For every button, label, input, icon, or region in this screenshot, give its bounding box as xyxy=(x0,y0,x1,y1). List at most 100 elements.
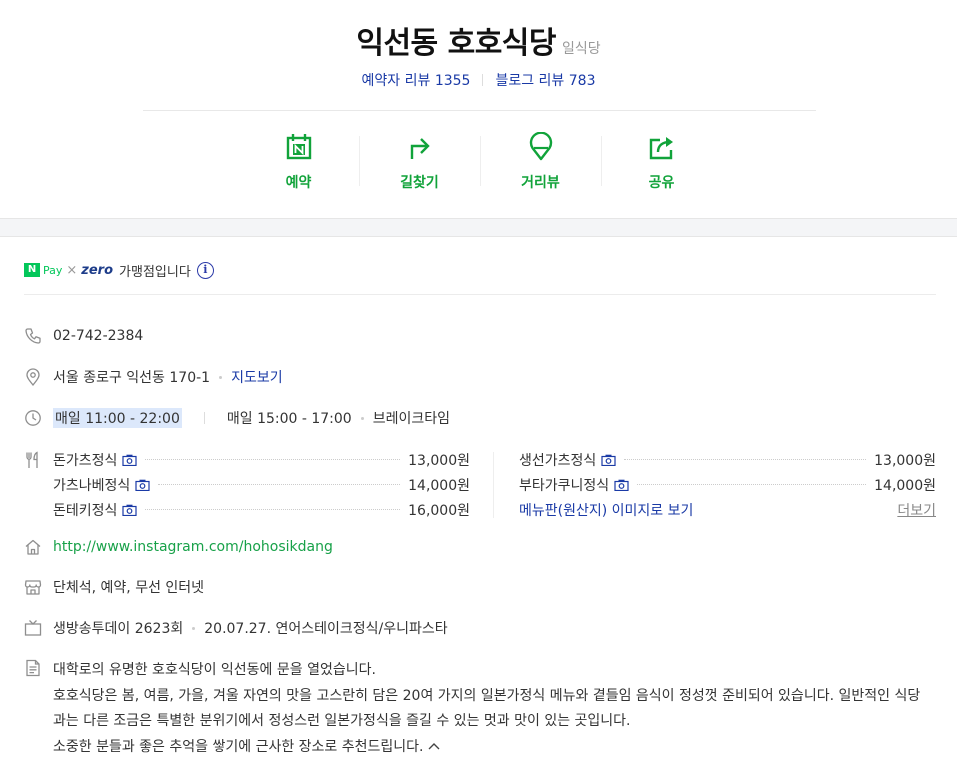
phone-icon xyxy=(25,328,41,344)
tv-detail: 20.07.27. 연어스테이크정식/우니파스타 xyxy=(204,621,448,637)
place-category: 일식당 xyxy=(562,41,601,57)
description-line: 소중한 분들과 좋은 추억을 쌓기에 근사한 장소로 추천드립니다. xyxy=(53,738,424,755)
blog-review-link[interactable]: 블로그 리뷰 783 xyxy=(495,73,595,89)
npay-zero-row: N Pay × zero 가맹점입니다 i xyxy=(24,258,936,282)
menu-price: 13,000원 xyxy=(408,452,470,469)
menu-item[interactable]: 가츠나베정식 14,000원 xyxy=(53,472,470,497)
npay-text: Pay xyxy=(43,263,63,277)
camera-icon xyxy=(122,504,138,516)
section-separator xyxy=(0,218,957,237)
description: 대학로의 유명한 호호식당이 익선동에 문을 열었습니다. 호호식당은 봄, 여… xyxy=(53,658,943,760)
location-pin-icon xyxy=(26,368,40,386)
dot-separator xyxy=(192,626,196,630)
document-icon xyxy=(26,659,40,677)
website-link[interactable]: http://www.instagram.com/hohosikdang xyxy=(53,539,333,555)
directions-button[interactable]: 길찾기 xyxy=(359,128,480,198)
share-label: 공유 xyxy=(648,175,675,191)
menu-image-link[interactable]: 메뉴판(원산지) 이미지로 보기 xyxy=(519,500,693,520)
hours-divider xyxy=(203,412,205,424)
camera-icon xyxy=(614,479,629,491)
leader-dots xyxy=(624,459,867,460)
tv-icon xyxy=(24,620,42,636)
directions-arrow-icon xyxy=(359,132,480,166)
camera-icon xyxy=(135,479,150,491)
map-pin-icon xyxy=(480,131,601,166)
menu-price: 14,000원 xyxy=(408,477,470,494)
tv-program: 생방송투데이 2623회 xyxy=(53,621,184,637)
description-line: 대학로의 유명한 호호식당이 익선동에 문을 열었습니다. xyxy=(53,662,376,678)
break-time-label: 브레이크타임 xyxy=(372,411,450,427)
reserve-button[interactable]: 예약 xyxy=(238,128,359,198)
menu-price: 14,000원 xyxy=(874,477,936,494)
menu-name: 가츠나베정식 xyxy=(53,477,131,494)
menu-links-row: 메뉴판(원산지) 이미지로 보기 더보기 xyxy=(519,497,936,522)
tv-row: 생방송투데이 2623회 20.07.27. 연어스테이크정식/우니파스타 xyxy=(24,618,936,638)
menu-name: 돈가츠정식 xyxy=(53,452,118,469)
street-view-button[interactable]: 거리뷰 xyxy=(480,128,601,198)
menu-item[interactable]: 돈테키정식 16,000원 xyxy=(53,497,470,522)
member-text: 가맹점입니다 xyxy=(119,264,191,280)
blog-review-label: 블로그 리뷰 xyxy=(495,73,565,89)
menu-item[interactable]: 돈가츠정식 13,000원 xyxy=(53,447,470,472)
directions-label: 길찾기 xyxy=(400,175,439,191)
menu-item[interactable]: 부타가쿠니정식 14,000원 xyxy=(519,472,936,497)
menu-column-divider xyxy=(493,452,494,518)
menu-price: 13,000원 xyxy=(874,452,936,469)
menu-name: 돈테키정식 xyxy=(53,502,118,519)
dot-separator xyxy=(219,375,223,379)
street-view-label: 거리뷰 xyxy=(521,175,560,191)
menu-column-left: 돈가츠정식 13,000원 가츠나베정식 14,000원 돈테키정식 16,00… xyxy=(53,447,470,522)
times-symbol: × xyxy=(66,262,78,278)
leader-dots xyxy=(637,484,867,485)
clock-icon xyxy=(25,410,41,426)
description-line: 과는 다른 조금은 특별한 분위기에서 정성스런 일본가정식을 즐길 수 있는 … xyxy=(53,713,631,729)
title-row: 익선동 호호식당 일식당 xyxy=(0,18,957,62)
map-view-link[interactable]: 지도보기 xyxy=(231,367,283,387)
menu-name: 부타가쿠니정식 xyxy=(519,477,610,494)
share-button[interactable]: 공유 xyxy=(601,128,722,198)
menu-price: 16,000원 xyxy=(408,502,470,519)
break-time-hours: 매일 15:00 - 17:00 xyxy=(226,411,352,427)
info-icon[interactable]: i xyxy=(196,261,214,279)
visitor-review-count: 1355 xyxy=(434,73,471,89)
place-title: 익선동 호호식당 xyxy=(356,26,556,61)
header-divider xyxy=(143,110,816,111)
camera-icon xyxy=(122,454,138,466)
website-row: http://www.instagram.com/hohosikdang xyxy=(24,537,936,557)
home-icon xyxy=(25,539,41,555)
action-bar: 예약 길찾기 거리뷰 공유 xyxy=(238,128,722,198)
pay-divider xyxy=(24,294,936,295)
menu-column-right: 생선가츠정식 13,000원 부타가쿠니정식 14,000원 메뉴판(원산지) … xyxy=(519,447,936,522)
more-link[interactable]: 더보기 xyxy=(897,500,936,520)
camera-icon xyxy=(601,454,616,466)
leader-dots xyxy=(158,484,401,485)
reserve-label: 예약 xyxy=(285,175,312,191)
place-header: 익선동 호호식당 일식당 예약자 리뷰 1355 블로그 리뷰 783 예약 길… xyxy=(0,0,957,218)
facilities-row: 단체석, 예약, 무선 인터넷 xyxy=(24,577,936,597)
collapse-chevron-icon[interactable] xyxy=(427,735,441,761)
store-icon xyxy=(24,580,42,595)
leader-dots xyxy=(145,509,401,510)
phone-number[interactable]: 02-742-2384 xyxy=(53,328,143,344)
description-line-last: 소중한 분들과 좋은 추억을 쌓기에 근사한 장소로 추천드립니다. xyxy=(53,735,943,761)
reviews-row: 예약자 리뷰 1355 블로그 리뷰 783 xyxy=(0,70,957,90)
dot-separator xyxy=(360,416,364,420)
description-line: 호호식당은 봄, 여름, 가을, 겨울 자연의 맛을 고스란히 담은 20여 가… xyxy=(53,687,921,704)
address-text: 서울 종로구 익선동 170-1 xyxy=(53,370,211,386)
fork-knife-icon xyxy=(26,451,38,468)
opening-hours[interactable]: 매일 11:00 - 22:00 xyxy=(53,408,182,428)
npay-badge: N xyxy=(24,263,40,277)
phone-row: 02-742-2384 xyxy=(24,326,936,346)
facilities-text: 단체석, 예약, 무선 인터넷 xyxy=(53,580,205,596)
zero-pay-logo: zero xyxy=(81,262,114,278)
hours-row: 매일 11:00 - 22:00 매일 15:00 - 17:00 브레이크타임 xyxy=(24,408,936,428)
share-icon xyxy=(601,132,722,166)
address-row: 서울 종로구 익선동 170-1 지도보기 xyxy=(24,367,936,387)
menu-name: 생선가츠정식 xyxy=(519,452,597,469)
visitor-review-link[interactable]: 예약자 리뷰 1355 xyxy=(362,73,471,89)
menu-item[interactable]: 생선가츠정식 13,000원 xyxy=(519,447,936,472)
blog-review-count: 783 xyxy=(568,73,596,89)
visitor-review-label: 예약자 리뷰 xyxy=(361,73,431,89)
review-divider xyxy=(482,74,484,86)
leader-dots xyxy=(145,459,401,460)
